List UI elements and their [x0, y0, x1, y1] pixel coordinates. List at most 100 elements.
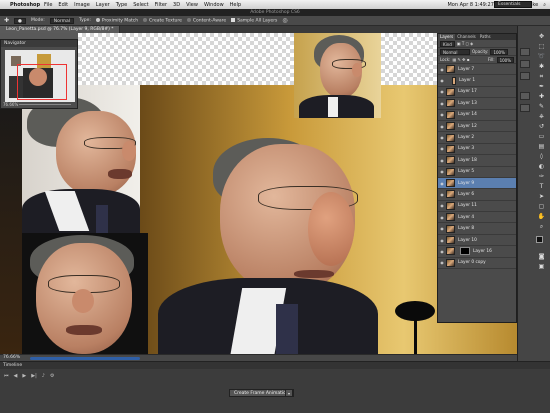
pen-tool-icon[interactable]: ✑ — [536, 172, 547, 181]
filter-icon[interactable]: ▣ T ◻ ◈ — [457, 41, 473, 46]
layer-row[interactable]: ◉ Layer 6 — [438, 189, 516, 201]
zoom-tool-icon[interactable]: ⌕ — [536, 222, 547, 231]
eye-icon[interactable]: ◉ — [438, 101, 446, 106]
eye-icon[interactable]: ◉ — [438, 158, 446, 163]
tab-paths[interactable]: Paths — [478, 34, 493, 40]
eye-icon[interactable]: ◉ — [438, 124, 446, 129]
audio-icon[interactable]: ♪ — [42, 373, 45, 379]
blend-mode-select[interactable]: Normal — [440, 48, 470, 55]
lock-icon[interactable]: ▦ ✎ ✥ ▪ — [452, 57, 469, 62]
layer-filter-kind[interactable]: Kind — [440, 40, 455, 47]
eye-icon[interactable]: ◉ — [438, 249, 446, 254]
menu-type[interactable]: Type — [116, 2, 127, 8]
timeline-title[interactable]: Timeline — [0, 362, 550, 369]
dodge-tool-icon[interactable]: ◐ — [536, 162, 547, 171]
layer-row[interactable]: ◉ Layer 11 — [438, 201, 516, 213]
lasso-tool-icon[interactable]: ➰ — [536, 52, 547, 61]
blur-tool-icon[interactable]: ◊ — [536, 152, 547, 161]
fill-input[interactable]: 100% — [496, 56, 514, 63]
navigator-thumbnail[interactable] — [5, 50, 75, 102]
menu-layer[interactable]: Layer — [96, 2, 110, 8]
quick-mask-icon[interactable]: ◙ — [536, 252, 547, 261]
layer-row[interactable]: ◉ Layer 8 — [438, 223, 516, 235]
crop-tool-icon[interactable]: ⌗ — [536, 72, 547, 81]
history-brush-tool-icon[interactable]: ↺ — [536, 122, 547, 131]
menu-select[interactable]: Select — [133, 2, 148, 8]
tab-channels[interactable]: Channels — [455, 34, 478, 40]
brush-size-picker[interactable]: ● — [14, 17, 26, 24]
layer-row[interactable]: ◉ Layer 5 — [438, 167, 516, 178]
layer-row[interactable]: ◉ Layer 4 — [438, 212, 516, 224]
layer-row[interactable]: ◉ Layer 2 — [438, 132, 516, 144]
history-panel-icon[interactable] — [520, 48, 530, 56]
layer-row[interactable]: ◉ Layer 0 copy — [438, 258, 516, 270]
navigator-zoom-slider[interactable] — [19, 104, 71, 105]
search-icon[interactable]: ⌕ — [543, 2, 546, 8]
layer-row[interactable]: ◉ Layer 18 — [438, 155, 516, 167]
menu-file[interactable]: File — [44, 2, 52, 8]
layer-mask-thumbnail[interactable] — [460, 247, 470, 256]
eye-icon[interactable]: ◉ — [438, 146, 446, 151]
eye-icon[interactable]: ◉ — [438, 135, 446, 140]
type-tool-icon[interactable]: T — [536, 182, 547, 191]
menu-view[interactable]: View — [186, 2, 198, 8]
shape-tool-icon[interactable]: ▢ — [536, 202, 547, 211]
first-frame-icon[interactable]: ⏮ — [4, 373, 9, 379]
pressure-icon[interactable]: ◎ — [282, 17, 287, 24]
path-select-tool-icon[interactable]: ➤ — [536, 192, 547, 201]
opacity-input[interactable]: 100% — [490, 48, 508, 55]
sample-all-layers-checkbox[interactable]: Sample All Layers — [231, 17, 277, 23]
layer-row[interactable]: ◉ Layer 16 — [438, 246, 516, 258]
character-panel-icon[interactable] — [520, 92, 530, 100]
eye-icon[interactable]: ◉ — [438, 181, 446, 186]
gradient-tool-icon[interactable]: ▤ — [536, 142, 547, 151]
eye-icon[interactable]: ◉ — [438, 203, 446, 208]
screen-mode-icon[interactable]: ▣ — [536, 262, 547, 271]
chevron-down-icon[interactable]: ▾ — [285, 389, 293, 397]
layer-row[interactable]: ◉ Layer 17 — [438, 87, 516, 99]
proximity-match-radio[interactable]: Proximity Match — [95, 17, 138, 23]
mode-select[interactable]: Normal — [49, 17, 75, 24]
menu-help[interactable]: Help — [230, 2, 241, 8]
layer-row[interactable]: ◉ Layer 13 — [438, 98, 516, 110]
spot-healing-icon[interactable]: ✚ — [4, 17, 9, 24]
layer-row-selected[interactable]: ◉ Layer 9 — [438, 177, 516, 190]
marquee-tool-icon[interactable]: ⬚ — [536, 42, 547, 51]
adjustments-panel-icon[interactable] — [520, 72, 530, 80]
tab-layers[interactable]: Layers — [438, 34, 456, 40]
layer-row[interactable]: ◉ Layer 14 — [438, 110, 516, 121]
healing-brush-tool-icon[interactable]: ✚ — [536, 92, 547, 101]
eye-icon[interactable]: ◉ — [438, 112, 446, 117]
document-tab[interactable]: Leon_Panetta.psd @ 76.7% (Layer 9, RGB/8… — [0, 26, 120, 33]
eye-icon[interactable]: ◉ — [438, 169, 446, 174]
navigator-title[interactable]: Navigator — [1, 40, 77, 47]
layer-row[interactable]: ◉ Layer 1 — [438, 75, 516, 87]
paragraph-panel-icon[interactable] — [520, 104, 530, 112]
eye-icon[interactable]: ◉ — [438, 226, 446, 231]
eye-icon[interactable]: ◉ — [438, 238, 446, 243]
layer-row[interactable]: ◉ Layer 7 — [438, 64, 516, 76]
settings-gear-icon[interactable]: ⚙ — [50, 373, 54, 379]
play-icon[interactable]: ▶ — [22, 373, 26, 379]
navigator-zoom[interactable]: 76.66% — [3, 102, 18, 107]
eye-icon[interactable]: ◉ — [438, 260, 446, 265]
prev-frame-icon[interactable]: ◀ — [14, 373, 18, 379]
next-frame-icon[interactable]: ▶| — [31, 373, 37, 379]
eye-icon[interactable]: ◉ — [438, 89, 446, 94]
menu-3d[interactable]: 3D — [173, 2, 180, 8]
create-texture-radio[interactable]: Create Texture — [143, 17, 182, 23]
clone-stamp-tool-icon[interactable]: ⎈ — [536, 112, 547, 121]
eye-icon[interactable]: ◉ — [438, 192, 446, 197]
layer-row[interactable]: ◉ Layer 10 — [438, 235, 516, 247]
eye-icon[interactable]: ◉ — [438, 67, 446, 72]
menu-image[interactable]: Image — [74, 2, 90, 8]
brush-tool-icon[interactable]: ✎ — [536, 102, 547, 111]
actions-panel-icon[interactable] — [520, 60, 530, 68]
eye-icon[interactable]: ◉ — [438, 78, 446, 83]
menu-edit[interactable]: Edit — [58, 2, 68, 8]
eye-icon[interactable]: ◉ — [438, 215, 446, 220]
content-aware-radio[interactable]: Content-Aware — [186, 17, 226, 23]
eraser-tool-icon[interactable]: ▭ — [536, 132, 547, 141]
horizontal-scrollbar[interactable] — [30, 357, 140, 360]
quick-select-tool-icon[interactable]: ✱ — [536, 62, 547, 71]
